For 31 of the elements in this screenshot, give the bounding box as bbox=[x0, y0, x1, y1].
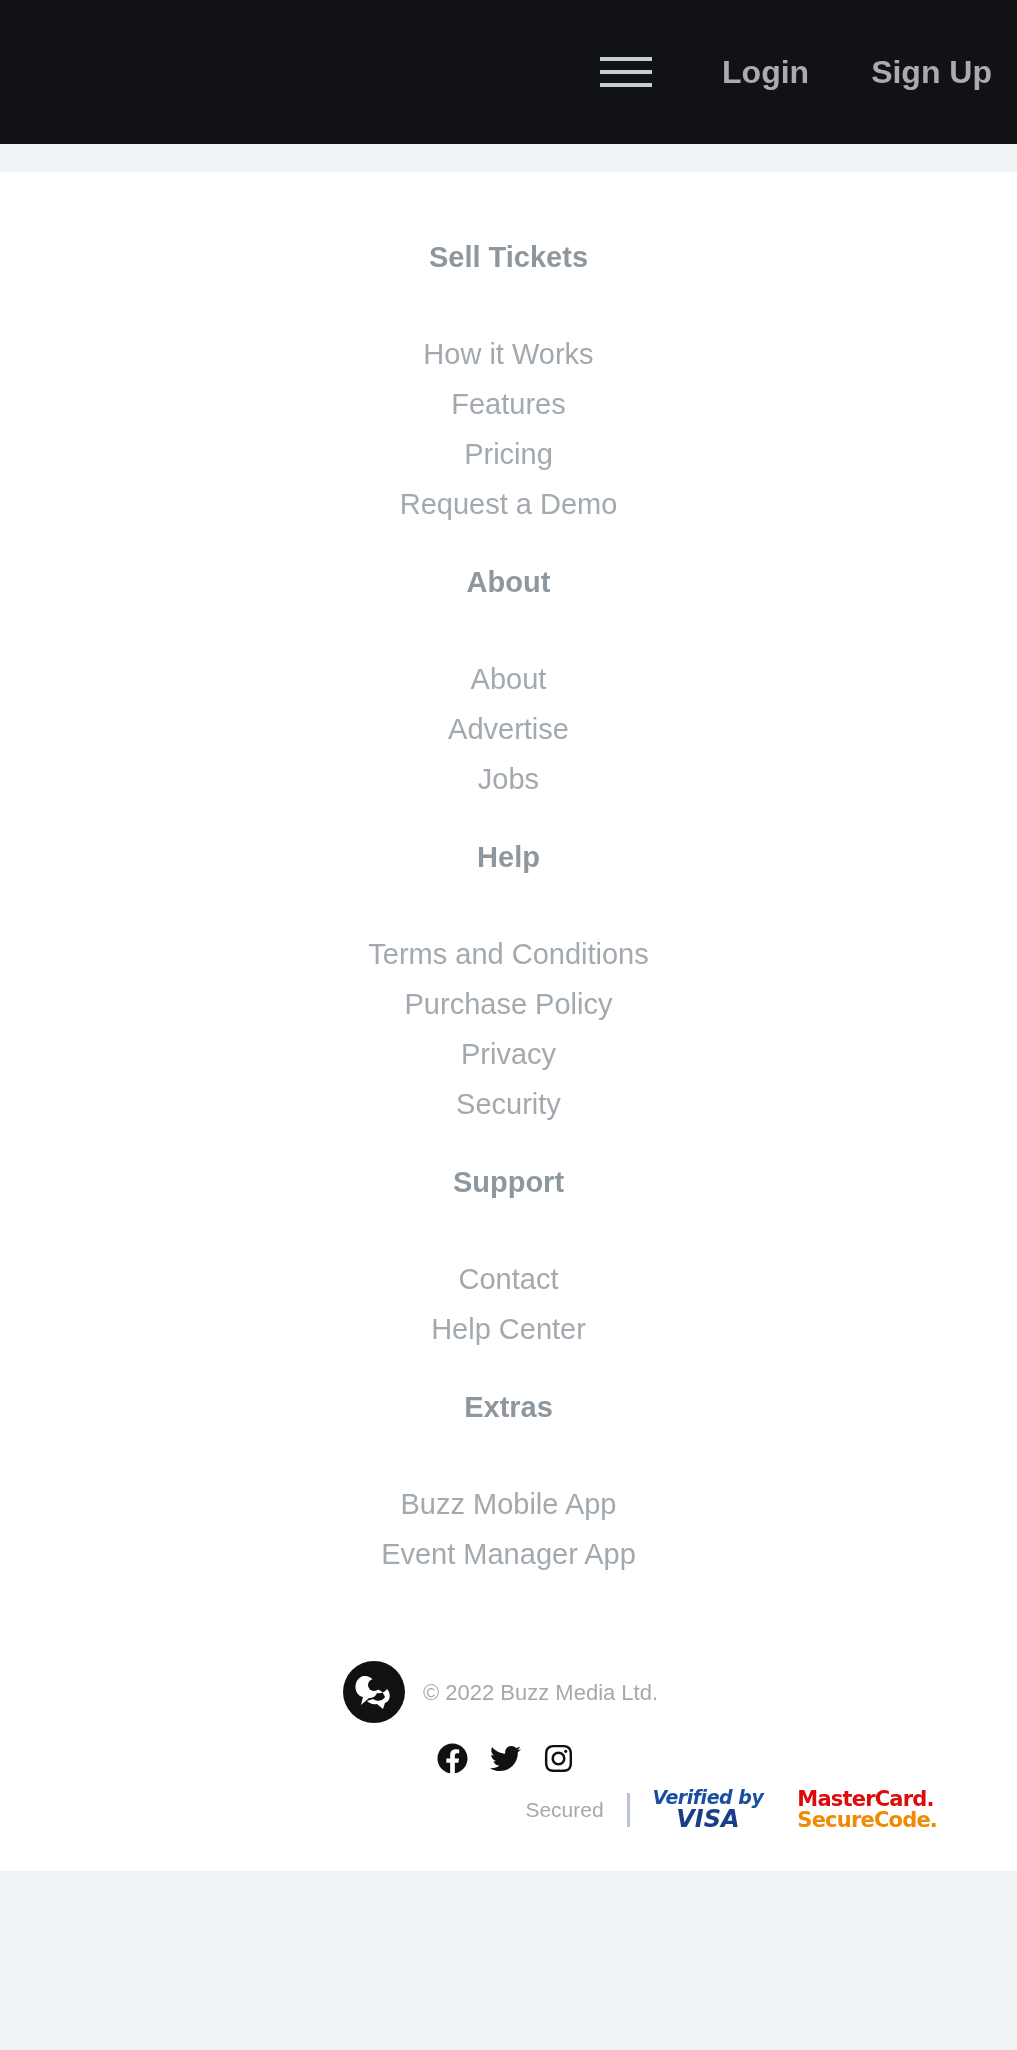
footer-heading: Help bbox=[477, 840, 540, 875]
copyright-text: © 2022 Buzz Media Ltd. bbox=[422, 1678, 659, 1707]
verified-by-visa-logo: Verified by VISA bbox=[652, 1788, 764, 1831]
footer-link[interactable]: Jobs bbox=[477, 754, 540, 804]
footer-link[interactable]: Security bbox=[456, 1079, 561, 1129]
footer-link[interactable]: Event Manager App bbox=[381, 1529, 636, 1579]
login-link[interactable]: Login bbox=[722, 48, 810, 96]
secured-label: Secured bbox=[525, 1796, 604, 1823]
footer-link[interactable]: Terms and Conditions bbox=[368, 929, 649, 979]
facebook-icon[interactable] bbox=[437, 1743, 468, 1774]
footer-link[interactable]: Request a Demo bbox=[399, 479, 618, 529]
sign-up-link[interactable]: Sign Up bbox=[871, 48, 992, 96]
footer-link[interactable]: Contact bbox=[458, 1254, 559, 1304]
mastercard-securecode-logo: MasterCard. SecureCode. bbox=[797, 1788, 937, 1831]
footer-link[interactable]: About bbox=[470, 654, 547, 704]
footer-link[interactable]: Purchase Policy bbox=[404, 979, 613, 1029]
footer-link[interactable]: Pricing bbox=[464, 429, 553, 479]
twitter-icon[interactable] bbox=[490, 1743, 521, 1774]
menu-icon[interactable] bbox=[600, 54, 653, 90]
footer-link[interactable]: How it Works bbox=[423, 329, 594, 379]
footer-link[interactable]: Buzz Mobile App bbox=[400, 1479, 617, 1529]
footer-heading: Extras bbox=[464, 1390, 553, 1425]
footer-link[interactable]: Help Center bbox=[431, 1304, 586, 1354]
logo-icon bbox=[342, 1661, 405, 1723]
footer-link[interactable]: Privacy bbox=[460, 1029, 557, 1079]
footer-heading: Sell Tickets bbox=[428, 240, 589, 275]
footer-link[interactable]: Features bbox=[451, 379, 566, 429]
instagram-icon[interactable] bbox=[543, 1743, 574, 1774]
footer-link[interactable]: Advertise bbox=[448, 704, 569, 754]
footer-heading: About bbox=[466, 565, 551, 600]
footer-heading: Support bbox=[452, 1165, 565, 1200]
